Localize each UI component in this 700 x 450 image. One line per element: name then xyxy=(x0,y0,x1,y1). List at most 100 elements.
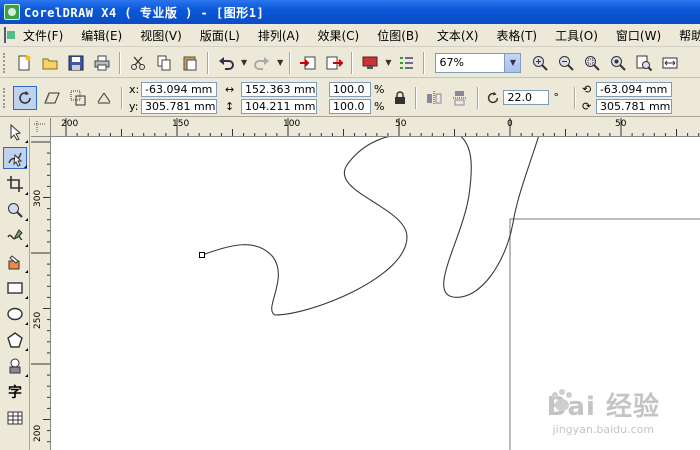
mirror-horizontal-icon xyxy=(427,90,442,105)
center-x-icon: ⟲ xyxy=(581,82,592,96)
skew-icon xyxy=(44,92,60,103)
menu-bitmaps[interactable]: 位图(B) xyxy=(368,25,428,46)
redo-dropdown-icon[interactable]: ▼ xyxy=(277,58,283,67)
width-input[interactable]: 152.363 mm xyxy=(241,81,317,97)
zoom-out-button[interactable] xyxy=(555,52,577,74)
coreldraw-app-icon[interactable] xyxy=(4,4,20,20)
ellipse-icon xyxy=(7,307,23,321)
menu-effects[interactable]: 效果(C) xyxy=(308,25,368,46)
mirror-vertical-button[interactable] xyxy=(449,87,471,109)
table-tool[interactable] xyxy=(3,407,27,429)
watermark-url: jingyan.baidu.com xyxy=(552,423,655,436)
ellipse-tool[interactable] xyxy=(3,303,28,325)
freehand-curve[interactable] xyxy=(201,137,539,316)
shape-tool[interactable] xyxy=(3,147,27,169)
smart-fill-tool[interactable] xyxy=(3,251,28,273)
rectangle-tool[interactable] xyxy=(3,277,28,299)
pick-tool[interactable] xyxy=(3,121,28,143)
height-input[interactable]: 104.211 mm xyxy=(241,98,317,114)
menu-edit[interactable]: 编辑(E) xyxy=(72,25,131,46)
zoom-selected-button[interactable] xyxy=(581,52,603,74)
menu-window[interactable]: 窗口(W) xyxy=(607,25,670,46)
drawing-canvas[interactable]: Bai 经验 jingyan.baidu.com xyxy=(51,137,700,450)
launcher-dropdown-icon[interactable]: ▼ xyxy=(385,58,391,67)
rotate-mode-button[interactable] xyxy=(13,85,37,110)
crop-tool[interactable] xyxy=(3,173,28,195)
text-tool[interactable]: 字 xyxy=(3,381,27,403)
menu-layout[interactable]: 版面(L) xyxy=(191,25,249,46)
document-icon[interactable] xyxy=(4,27,15,43)
free-skew-button[interactable] xyxy=(41,87,63,109)
window-title: CorelDRAW X4 ( 专业版 ) - [图形1] xyxy=(24,5,265,20)
rotation-angle-input[interactable]: 22.0 xyxy=(503,90,550,105)
toolbar-grip[interactable] xyxy=(3,87,7,108)
paste-button[interactable] xyxy=(179,52,201,74)
cut-button[interactable] xyxy=(127,52,149,74)
basic-shapes-tool[interactable] xyxy=(3,355,28,377)
paw-logo-icon xyxy=(551,389,572,411)
toolbar-separator xyxy=(121,86,123,109)
x-position-input[interactable]: -63.094 mm xyxy=(141,81,217,97)
new-document-button[interactable] xyxy=(13,52,35,74)
menu-file[interactable]: 文件(F) xyxy=(14,25,72,46)
toolbox: 字 xyxy=(0,118,30,450)
scale-height-input[interactable]: 100.0 xyxy=(329,98,371,114)
undo-dropdown-icon[interactable]: ▼ xyxy=(241,58,247,67)
lock-ratio-icon[interactable] xyxy=(394,90,406,105)
polygon-tool[interactable] xyxy=(3,329,28,351)
menu-table[interactable]: 表格(T) xyxy=(487,25,546,46)
floppy-disk-icon xyxy=(68,55,84,70)
scale-width-input[interactable]: 100.0 xyxy=(329,81,371,97)
flyout-indicator-icon xyxy=(25,322,28,325)
zoom-page-width-button[interactable] xyxy=(659,52,681,74)
scale-fields: 100.0 % 100.0 % xyxy=(329,81,387,115)
ruler-h-label: 200 xyxy=(61,119,79,129)
import-button[interactable] xyxy=(297,52,319,74)
vertical-ruler-ticks xyxy=(31,141,50,443)
zoom-in-button[interactable] xyxy=(529,52,551,74)
toolbar-grip[interactable] xyxy=(3,52,7,73)
copy-button[interactable] xyxy=(153,52,175,74)
application-launcher-button[interactable] xyxy=(359,52,381,74)
menu-view[interactable]: 视图(V) xyxy=(131,25,191,46)
save-button[interactable] xyxy=(65,52,87,74)
freehand-tool[interactable] xyxy=(3,225,28,247)
chevron-down-icon[interactable]: ▼ xyxy=(504,53,521,72)
vertical-ruler[interactable]: 300 250 200 xyxy=(31,137,51,450)
ruler-v-label: 250 xyxy=(33,311,43,329)
export-button[interactable] xyxy=(323,52,345,74)
menu-arrange[interactable]: 排列(A) xyxy=(249,25,309,46)
rotate-circle-icon xyxy=(19,90,31,104)
undo-button[interactable] xyxy=(215,52,237,74)
redo-button[interactable] xyxy=(251,52,273,74)
curve-node-handle[interactable] xyxy=(199,252,205,258)
mirror-horizontal-button[interactable] xyxy=(423,87,445,109)
horizontal-ruler[interactable]: 200 150 100 50 0 50 xyxy=(51,118,700,137)
y-position-input[interactable]: 305.781 mm xyxy=(141,98,217,114)
free-scale-button[interactable] xyxy=(67,87,89,109)
undo-arrow-icon xyxy=(219,56,234,70)
rotation-center-x-input[interactable]: -63.094 mm xyxy=(595,81,672,97)
welcome-screen-button[interactable] xyxy=(395,52,417,74)
x-label: x: xyxy=(129,82,140,96)
zoom-all-objects-button[interactable] xyxy=(607,52,629,74)
crop-icon xyxy=(7,176,23,192)
zoom-level-combo[interactable]: 67% ▼ xyxy=(435,52,522,73)
rotation-center-y-input[interactable]: 305.781 mm xyxy=(595,98,672,114)
rectangle-icon xyxy=(7,282,23,294)
flyout-indicator-icon xyxy=(25,218,28,221)
open-button[interactable] xyxy=(39,52,61,74)
free-reflect-button[interactable] xyxy=(93,87,115,109)
menu-help[interactable]: 帮助 xyxy=(670,25,700,46)
export-icon xyxy=(326,56,344,69)
zoom-page-icon xyxy=(636,55,653,71)
baidu-watermark: Bai 经验 jingyan.baidu.com xyxy=(547,386,660,436)
ruler-origin-corner[interactable] xyxy=(31,118,51,137)
menu-tools[interactable]: 工具(O) xyxy=(546,25,607,46)
menu-text[interactable]: 文本(X) xyxy=(428,25,488,46)
zoom-page-button[interactable] xyxy=(633,52,655,74)
print-button[interactable] xyxy=(91,52,113,74)
folder-open-icon xyxy=(42,58,58,69)
toolbar-separator xyxy=(423,51,426,74)
zoom-tool[interactable] xyxy=(3,199,28,221)
